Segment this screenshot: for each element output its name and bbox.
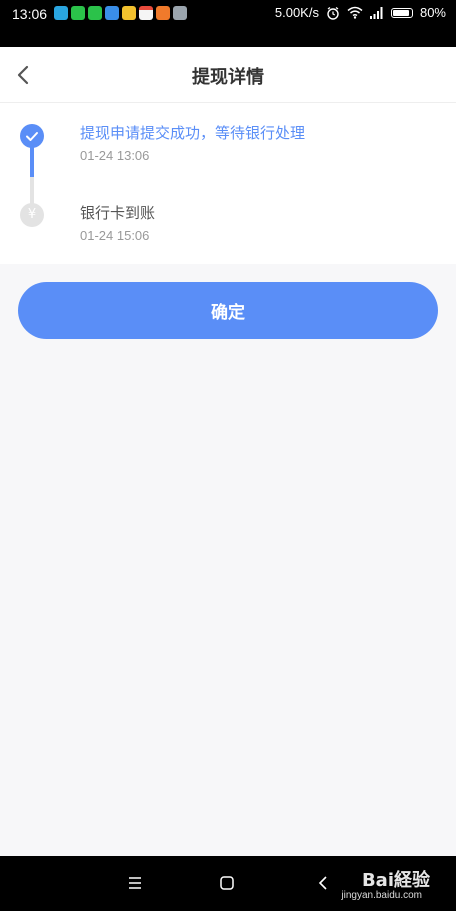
page-title: 提现详情 [192,67,264,88]
status-time: 13:06 [12,6,48,22]
step-time: 01-24 15:06 [80,228,150,243]
qq-icon [105,6,119,20]
nav-bar: Bai経验 jingyan.baidu.com [0,856,456,911]
header: 提现详情 [0,47,456,103]
calendar-icon [139,6,153,20]
notification-icons [54,6,187,20]
signal-icon [369,6,383,19]
check-icon [26,132,38,141]
nav-back-icon[interactable] [310,870,336,896]
watermark-url: jingyan.baidu.com [341,890,422,901]
step-done-node [20,124,44,148]
home-icon[interactable] [214,870,240,896]
withdraw-progress: 提现申请提交成功，等待银行处理 01-24 13:06 ¥ 银行卡到账 01-2… [0,103,456,264]
wifi-icon [347,6,363,19]
step-time: 01-24 13:06 [80,148,150,163]
battery-icon [390,7,413,18]
wechat-icon [71,6,85,20]
confirm-button[interactable]: 确定 [18,282,438,339]
notes-icon [173,6,187,20]
chat-icon [122,6,136,20]
step-title: 银行卡到账 [80,204,156,222]
battery-level: 80% [419,5,446,20]
watermark-logo: Bai経验 [361,870,430,891]
alarm-icon [327,6,339,20]
menu-icon[interactable] [122,870,148,896]
timeline-line-active [30,147,34,177]
step-title: 提现申请提交成功，等待银行处理 [80,124,306,142]
timeline-line-inactive [30,177,34,205]
wechat-icon [88,6,102,20]
mail-icon [156,6,170,20]
status-bar: 13:06 5.00K/s 80% [0,0,456,47]
yuan-icon: ¥ [20,203,44,227]
app-icon [54,6,68,20]
status-right: 5.00K/s 80% [275,5,446,20]
network-speed: 5.00K/s [274,5,319,20]
